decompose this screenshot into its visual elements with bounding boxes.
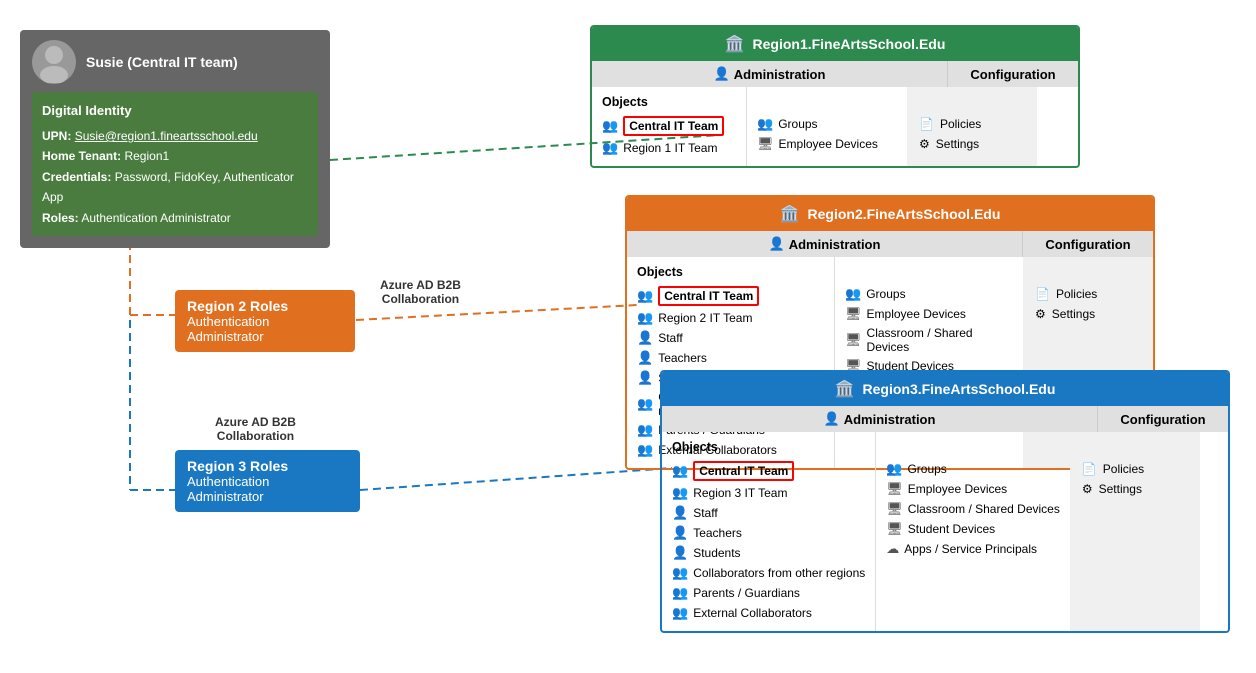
region1-tenant-panel: 🏛️ Region1.FineArtsSchool.Edu 👤 Administ…: [590, 25, 1080, 168]
susie-card: Susie (Central IT team) Digital Identity…: [20, 30, 330, 248]
digital-identity-box: Digital Identity UPN: Susie@region1.fine…: [32, 92, 318, 236]
region2-domain: Region2.FineArtsSchool.Edu: [808, 206, 1001, 222]
main-container: Susie (Central IT team) Digital Identity…: [0, 0, 1256, 673]
region1-body: Objects 👥 Central IT Team 👥 Region 1 IT …: [592, 87, 1078, 166]
region3-section-divider: 👤 Administration Configuration: [662, 406, 1228, 432]
region3-header: 🏛️ Region3.FineArtsSchool.Edu: [662, 372, 1228, 406]
region3-policies: 📄 Policies: [1082, 459, 1188, 479]
region2-policies: 📄 Policies: [1035, 284, 1141, 304]
region3-item-0: 👥 Central IT Team: [672, 459, 865, 483]
region2-roles-box: Region 2 Roles Authentication Administra…: [175, 290, 355, 352]
region1-objects-label: Objects: [602, 95, 736, 109]
region3-objects-section: Objects 👥 Central IT Team 👥 Region 3 IT …: [662, 432, 876, 631]
region3-cloud-icon: 🏛️: [835, 379, 855, 399]
region2-grp-2: 🖥 Classroom / Shared Devices: [845, 324, 1013, 356]
region1-group-0: 👥 Groups: [757, 114, 897, 134]
region3-item-4: 👤 Students: [672, 543, 865, 563]
region1-cloud-icon: 🏛️: [725, 34, 745, 54]
region3-domain: Region3.FineArtsSchool.Edu: [863, 381, 1056, 397]
susie-header: Susie (Central IT team): [32, 40, 318, 84]
region2-item-1: 👥 Region 2 IT Team: [637, 308, 824, 328]
b2b-label-2: Azure AD B2B Collaboration: [215, 415, 296, 443]
region3-grp-2: 🖥 Classroom / Shared Devices: [886, 499, 1060, 519]
region3-item-7: 👥 External Collaborators: [672, 603, 865, 623]
home-tenant-line: Home Tenant: Region1: [42, 146, 308, 166]
region2-central-it: Central IT Team: [658, 286, 759, 306]
region3-settings: ⚙ Settings: [1082, 479, 1188, 499]
region2-item-3: 👤 Teachers: [637, 348, 824, 368]
region2-settings: ⚙ Settings: [1035, 304, 1141, 324]
region3-item-5: 👥 Collaborators from other regions: [672, 563, 865, 583]
region3-grp-3: 🖥 Student Devices: [886, 519, 1060, 539]
region3-tenant-panel: 🏛️ Region3.FineArtsSchool.Edu 👤 Administ…: [660, 370, 1230, 633]
region3-central-it: Central IT Team: [693, 461, 794, 481]
region1-config-settings: ⚙ Settings: [919, 134, 1025, 154]
region1-item-0-icon: 👥: [602, 118, 618, 134]
credentials-line: Credentials: Password, FidoKey, Authenti…: [42, 167, 308, 208]
region1-objects-section: Objects 👥 Central IT Team 👥 Region 1 IT …: [592, 87, 747, 166]
region1-header: 🏛️ Region1.FineArtsSchool.Edu: [592, 27, 1078, 61]
avatar: [32, 40, 76, 84]
region3-roles-subtitle: Authentication Administrator: [187, 474, 348, 504]
region2-roles-subtitle: Authentication Administrator: [187, 314, 343, 344]
region3-item-6: 👥 Parents / Guardians: [672, 583, 865, 603]
region1-domain: Region1.FineArtsSchool.Edu: [753, 36, 946, 52]
region2-admin-label: 👤 Administration: [627, 231, 1023, 257]
region2-grp-1: 🖥 Employee Devices: [845, 304, 1013, 324]
region3-grp-1: 🖥 Employee Devices: [886, 479, 1060, 499]
region2-grp-0: 👥 Groups: [845, 284, 1013, 304]
susie-name: Susie (Central IT team): [86, 54, 238, 70]
region2-roles-title: Region 2 Roles: [187, 298, 343, 314]
region3-item-1: 👥 Region 3 IT Team: [672, 483, 865, 503]
region3-grp-0: 👥 Groups: [886, 459, 1060, 479]
b2b-label-1: Azure AD B2B Collaboration: [380, 278, 461, 306]
region1-groups-section: x 👥 Groups 🖥 Employee Devices: [747, 87, 907, 166]
region1-item-1-name: Region 1 IT Team: [623, 141, 717, 155]
region1-config-label: Configuration: [948, 61, 1078, 87]
upn-line: UPN: Susie@region1.fineartsschool.edu: [42, 126, 308, 146]
region3-item-2: 👤 Staff: [672, 503, 865, 523]
region3-groups-section: x 👥 Groups 🖥 Employee Devices 🖥 Classroo…: [876, 432, 1070, 631]
region1-config-panel: x 📄 Policies ⚙ Settings: [907, 87, 1037, 166]
region3-config-label: Configuration: [1098, 406, 1228, 432]
digital-identity-title: Digital Identity: [42, 100, 308, 122]
region2-item-0: 👥 Central IT Team: [637, 284, 824, 308]
roles-line: Roles: Authentication Administrator: [42, 208, 308, 228]
region3-objects-label: Objects: [672, 440, 865, 454]
region1-admin-label: 👤 Administration: [592, 61, 948, 87]
region1-config-policies: 📄 Policies: [919, 114, 1025, 134]
region3-body: Objects 👥 Central IT Team 👥 Region 3 IT …: [662, 432, 1228, 631]
region2-header: 🏛️ Region2.FineArtsSchool.Edu: [627, 197, 1153, 231]
region3-roles-box: Region 3 Roles Authentication Administra…: [175, 450, 360, 512]
region3-config-panel: x 📄 Policies ⚙ Settings: [1070, 432, 1200, 631]
region3-grp-4: ☁ Apps / Service Principals: [886, 539, 1060, 559]
region3-admin-label: 👤 Administration: [662, 406, 1098, 432]
region2-objects-label: Objects: [637, 265, 824, 279]
region2-cloud-icon: 🏛️: [780, 204, 800, 224]
region1-item-1-icon: 👥: [602, 140, 618, 156]
region1-section-divider: 👤 Administration Configuration: [592, 61, 1078, 87]
region1-item-0: 👥 Central IT Team: [602, 114, 736, 138]
region1-group-1: 🖥 Employee Devices: [757, 134, 897, 154]
region2-item-2: 👤 Staff: [637, 328, 824, 348]
region2-section-divider: 👤 Administration Configuration: [627, 231, 1153, 257]
region1-item-0-name: Central IT Team: [623, 116, 724, 136]
region2-config-label: Configuration: [1023, 231, 1153, 257]
region3-roles-title: Region 3 Roles: [187, 458, 348, 474]
region1-item-1: 👥 Region 1 IT Team: [602, 138, 736, 158]
region3-item-3: 👤 Teachers: [672, 523, 865, 543]
